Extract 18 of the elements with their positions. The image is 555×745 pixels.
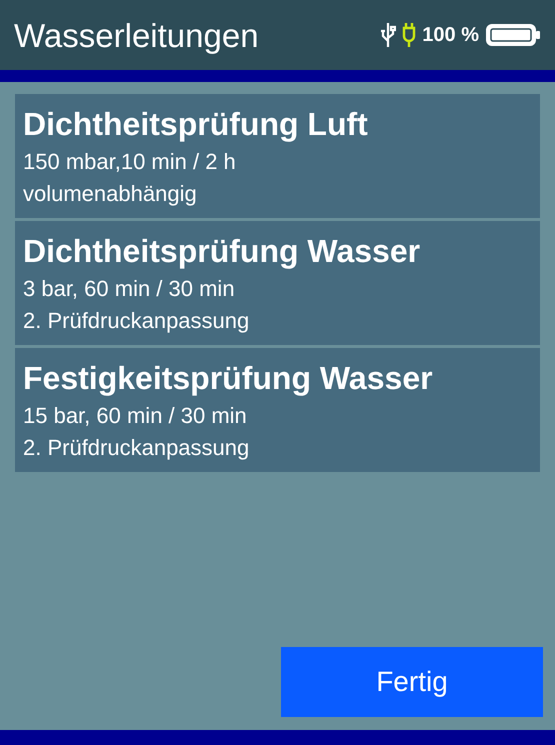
screen-title: Wasserleitungen <box>14 18 259 52</box>
test-option[interactable]: Dichtheitsprüfung Luft 150 mbar,10 min / 2 h volumenabhängig <box>15 94 540 218</box>
test-detail: 2. Prüfdruckanpassung <box>23 307 250 335</box>
test-detail: volumenabhängig <box>23 180 198 208</box>
test-title: Festigkeitsprüfung Wasser <box>23 359 434 398</box>
test-detail: 15 bar, 60 min / 30 min <box>23 402 248 430</box>
plug-icon <box>402 21 416 49</box>
test-detail: 150 mbar,10 min / 2 h <box>23 148 237 176</box>
test-title: Dichtheitsprüfung Wasser <box>23 232 422 271</box>
battery-icon <box>485 23 541 47</box>
battery-percentage: 100 % <box>422 25 479 45</box>
test-title: Dichtheitsprüfung Luft <box>23 105 369 144</box>
test-detail: 3 bar, 60 min / 30 min <box>23 275 236 303</box>
test-option[interactable]: Dichtheitsprüfung Wasser 3 bar, 60 min / 30 min 2. Prüfdruckanpassung <box>15 221 540 345</box>
done-button[interactable]: Fertig <box>281 647 543 717</box>
usb-icon <box>380 21 396 49</box>
test-option[interactable]: Festigkeitsprüfung Wasser 15 bar, 60 min / 30 min 2. Prüfdruckanpassung <box>15 348 540 472</box>
test-detail: 2. Prüfdruckanpassung <box>23 434 250 462</box>
